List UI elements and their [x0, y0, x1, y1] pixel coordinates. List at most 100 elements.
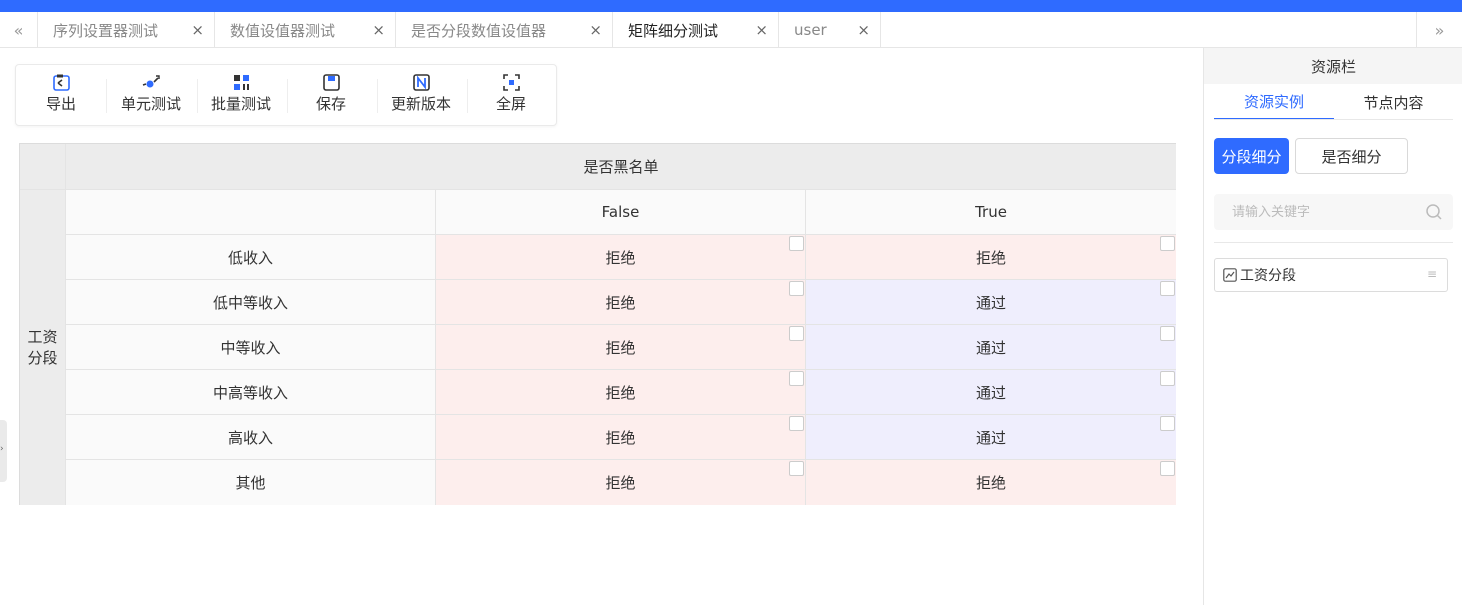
close-icon[interactable]: ×: [857, 12, 870, 48]
toolbar-label: 单元测试: [120, 95, 181, 113]
tab-label: 是否分段数值设值器: [411, 21, 547, 40]
decision-matrix: 是否黑名单 工资分段 False True 低收入 拒绝 拒绝 低中等收入 拒绝…: [19, 143, 1176, 505]
cell-checkbox[interactable]: [789, 371, 804, 386]
cell-checkbox[interactable]: [1160, 281, 1175, 296]
cell-value: 拒绝: [975, 474, 1006, 492]
row-label: 中等收入: [66, 325, 436, 370]
cell-checkbox[interactable]: [1160, 461, 1175, 476]
unit-test-icon: [142, 73, 160, 91]
cell-checkbox[interactable]: [1160, 416, 1175, 431]
tab-label: 序列设置器测试: [53, 21, 159, 40]
matrix-cell[interactable]: 拒绝: [436, 415, 806, 460]
matrix-header-blank: [66, 190, 436, 235]
cell-value: 通过: [975, 383, 1006, 402]
panel-divider: [1214, 242, 1453, 243]
save-button[interactable]: 保存: [286, 73, 376, 119]
matrix-cell[interactable]: 通过: [806, 325, 1176, 370]
toolbar-label: 更新版本: [390, 95, 451, 113]
cell-value: 通过: [975, 428, 1006, 447]
cell-value: 拒绝: [605, 383, 636, 402]
row-label: 低中等收入: [66, 280, 436, 325]
row-label: 中高等收入: [66, 370, 436, 415]
resource-label: 工资分段: [1240, 268, 1296, 284]
tab-matrix-subdivision[interactable]: 矩阵细分测试 ×: [613, 12, 779, 48]
tab-segment-value-setter[interactable]: 是否分段数值设值器 ×: [396, 12, 613, 48]
matrix-cell[interactable]: 拒绝: [436, 460, 806, 505]
cell-checkbox[interactable]: [1160, 371, 1175, 386]
tab-user[interactable]: user ×: [779, 12, 881, 48]
cell-value: 拒绝: [605, 428, 636, 447]
matrix-cell[interactable]: 拒绝: [436, 370, 806, 415]
row-label: 其他: [66, 460, 436, 505]
cell-value: 拒绝: [605, 474, 636, 492]
cell-value: 拒绝: [605, 338, 636, 357]
matrix-cell[interactable]: 通过: [806, 370, 1176, 415]
toolbar-label: 批量测试: [210, 95, 271, 113]
cell-checkbox[interactable]: [1160, 326, 1175, 341]
cell-value: 拒绝: [605, 248, 636, 267]
unit-test-button[interactable]: 单元测试: [106, 73, 196, 119]
chevron-right-icon: ›: [0, 444, 4, 454]
close-icon[interactable]: ×: [191, 12, 204, 48]
chart-icon: [1223, 268, 1237, 282]
update-version-icon: [412, 73, 430, 91]
tab-label: user: [794, 21, 827, 39]
resource-item[interactable]: 工资分段 ≡: [1214, 258, 1448, 292]
drag-handle-icon[interactable]: ≡: [1427, 267, 1437, 281]
search-input[interactable]: [1214, 194, 1414, 230]
cell-checkbox[interactable]: [789, 416, 804, 431]
matrix-cell[interactable]: 通过: [806, 415, 1176, 460]
close-icon[interactable]: ×: [755, 12, 768, 48]
tab-label: 矩阵细分测试: [628, 21, 719, 40]
cell-value: 拒绝: [605, 293, 636, 312]
tab-node-content[interactable]: 节点内容: [1334, 84, 1453, 120]
matrix-cell[interactable]: 通过: [806, 280, 1176, 325]
fullscreen-icon: [502, 73, 520, 91]
yesno-subdivision-button[interactable]: 是否细分: [1295, 138, 1408, 174]
matrix-cell[interactable]: 拒绝: [436, 280, 806, 325]
column-header-false: False: [436, 190, 806, 235]
tabs-scroll-left-icon[interactable]: «: [0, 12, 38, 48]
matrix-cell[interactable]: 拒绝: [436, 235, 806, 280]
matrix-cell[interactable]: 拒绝: [436, 325, 806, 370]
matrix-corner: [20, 144, 66, 190]
top-accent-bar: [0, 0, 1462, 12]
cell-value: 通过: [975, 293, 1006, 312]
row-label: 高收入: [66, 415, 436, 460]
toolbar: 导出 单元测试 批量测试 保存 更新版本 全屏: [15, 64, 557, 126]
cell-checkbox[interactable]: [789, 236, 804, 251]
batch-test-button[interactable]: 批量测试: [196, 73, 286, 119]
close-icon[interactable]: ×: [589, 12, 602, 48]
cell-checkbox[interactable]: [789, 326, 804, 341]
tab-label: 数值设值器测试: [230, 21, 336, 40]
cell-value: 拒绝: [975, 248, 1006, 267]
batch-test-icon: [232, 73, 250, 91]
row-label: 低收入: [66, 235, 436, 280]
fullscreen-button[interactable]: 全屏: [466, 73, 556, 119]
matrix-cell[interactable]: 拒绝: [806, 235, 1176, 280]
tab-value-setter[interactable]: 数值设值器测试 ×: [215, 12, 396, 48]
tab-resource-instances[interactable]: 资源实例: [1214, 84, 1334, 120]
tabs-underline: [1214, 119, 1453, 120]
export-button[interactable]: 导出: [16, 73, 106, 119]
resource-search: [1214, 194, 1453, 230]
row-dimension-header: 工资分段: [20, 190, 66, 505]
toolbar-label: 导出: [45, 95, 76, 113]
segment-subdivision-button[interactable]: 分段细分: [1214, 138, 1289, 174]
tabs-scroll-right-icon[interactable]: »: [1416, 12, 1462, 48]
tab-sequence-setter[interactable]: 序列设置器测试 ×: [38, 12, 215, 48]
toolbar-label: 保存: [315, 95, 346, 113]
update-version-button[interactable]: 更新版本: [376, 73, 466, 119]
export-icon: [52, 73, 70, 91]
left-drawer-handle[interactable]: ›: [0, 420, 7, 482]
matrix-cell[interactable]: 拒绝: [806, 460, 1176, 505]
panel-title: 资源栏: [1204, 48, 1462, 84]
cell-checkbox[interactable]: [1160, 236, 1175, 251]
toolbar-label: 全屏: [495, 95, 526, 113]
resource-panel: 资源栏 资源实例 节点内容 分段细分 是否细分 工资分段 ≡: [1203, 48, 1462, 605]
column-header-true: True: [806, 190, 1176, 235]
cell-checkbox[interactable]: [789, 461, 804, 476]
close-icon[interactable]: ×: [372, 12, 385, 48]
search-icon[interactable]: [1425, 203, 1443, 221]
cell-checkbox[interactable]: [789, 281, 804, 296]
